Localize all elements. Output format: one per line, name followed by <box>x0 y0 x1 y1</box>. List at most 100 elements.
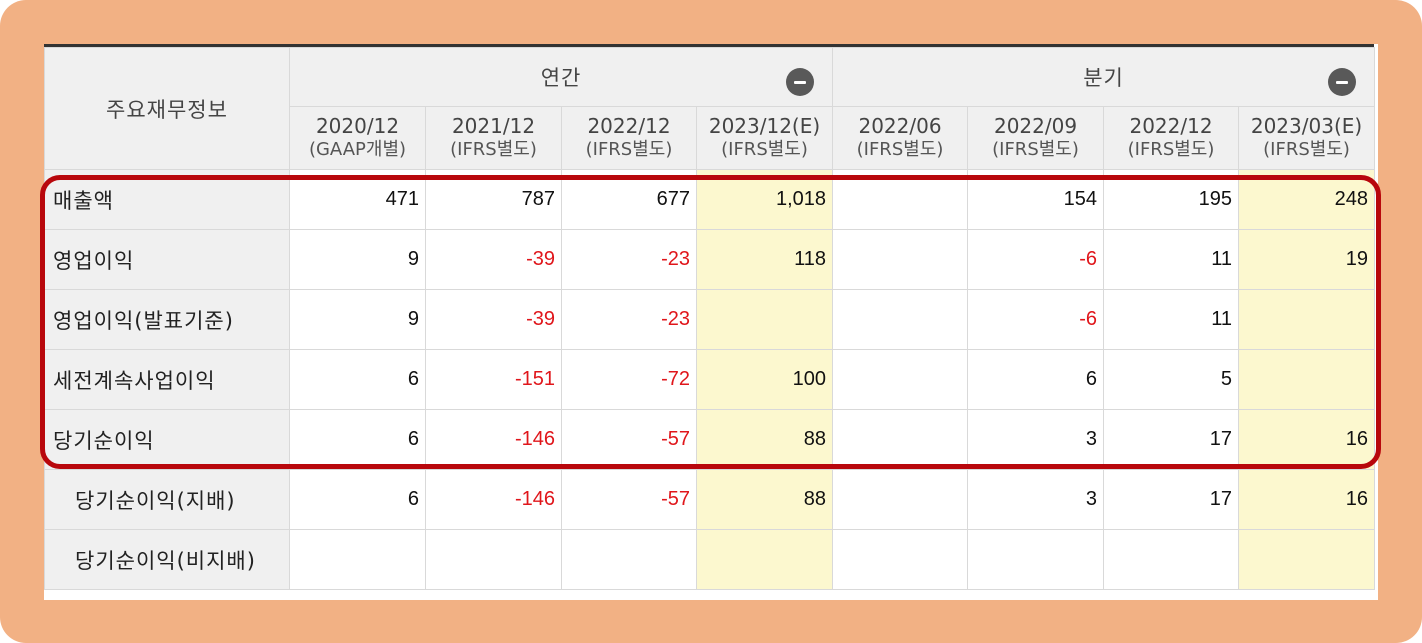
value-cell: 6 <box>289 409 426 470</box>
table-row: 영업이익(발표기준) 9 -39 -23 -6 11 <box>44 289 1376 350</box>
value-cell: -23 <box>561 289 697 350</box>
period-header: 2022/06 (IFRS별도) <box>832 106 969 170</box>
value-cell: 248 <box>1238 169 1376 230</box>
value-cell <box>832 529 969 590</box>
period-basis: (GAAP개별) <box>308 139 407 160</box>
table-row: 영업이익 9 -39 -23 118 -6 11 19 <box>44 229 1376 290</box>
row-label[interactable]: 당기순이익 <box>44 409 290 470</box>
minus-circle-icon[interactable] <box>1328 68 1357 96</box>
period-basis: (IFRS별도) <box>721 139 808 160</box>
value-cell <box>832 469 969 530</box>
period-header: 2023/03(E) (IFRS별도) <box>1238 106 1376 170</box>
value-cell: -146 <box>425 409 562 470</box>
group-label-annual: 연간 <box>540 66 582 90</box>
value-cell: 100 <box>695 349 834 410</box>
value-cell: 3 <box>967 409 1105 470</box>
table-row: 매출액 471 787 677 1,018 154 195 248 <box>44 169 1376 230</box>
value-cell: 19 <box>1238 229 1376 290</box>
period-date: 2021/12 <box>451 114 536 138</box>
period-date: 2022/09 <box>993 114 1078 138</box>
value-cell: 16 <box>1238 469 1376 530</box>
value-cell <box>425 529 562 590</box>
group-label-quarterly: 분기 <box>1083 66 1124 90</box>
value-cell <box>1238 289 1376 350</box>
row-label[interactable]: 영업이익(발표기준) <box>44 289 290 350</box>
value-cell: 154 <box>967 169 1105 230</box>
group-header-quarterly: 분기 <box>832 47 1376 107</box>
value-cell: 88 <box>695 469 834 530</box>
row-label[interactable]: 매출액 <box>44 169 290 230</box>
period-header: 2022/12 (IFRS별도) <box>1103 106 1240 170</box>
value-cell: 118 <box>695 229 834 290</box>
value-cell: 11 <box>1103 229 1240 290</box>
period-date: 2023/12(E) <box>708 114 821 138</box>
financial-summary-panel: 주요재무정보 연간 분기 2020/12 (GAAP개별) 2021/12 (IFRS… <box>44 44 1378 600</box>
value-cell: -151 <box>425 349 562 410</box>
table-row: 당기순이익(비지배) <box>44 529 1376 590</box>
period-basis: (IFRS별도) <box>992 139 1079 160</box>
value-cell: 16 <box>1238 409 1376 470</box>
value-cell: -6 <box>967 289 1105 350</box>
financial-table: 주요재무정보 연간 분기 2020/12 (GAAP개별) 2021/12 (IFRS… <box>44 47 1376 590</box>
minus-circle-icon[interactable] <box>786 68 815 96</box>
value-cell: 195 <box>1103 169 1240 230</box>
row-label[interactable]: 당기순이익(비지배) <box>44 529 290 590</box>
value-cell: 1,018 <box>695 169 834 230</box>
period-header: 2022/12 (IFRS별도) <box>561 106 697 170</box>
value-cell <box>832 349 969 410</box>
period-header: 2022/09 (IFRS별도) <box>967 106 1105 170</box>
value-cell: -57 <box>561 409 697 470</box>
value-cell: 6 <box>289 349 426 410</box>
value-cell: 9 <box>289 289 426 350</box>
screenshot-frame: 주요재무정보 연간 분기 2020/12 (GAAP개별) 2021/12 (IFRS… <box>0 0 1422 643</box>
value-cell <box>832 229 969 290</box>
period-date: 2022/12 <box>1129 114 1213 138</box>
period-date: 2020/12 <box>315 114 400 138</box>
value-cell <box>1103 529 1240 590</box>
value-cell: -57 <box>561 469 697 530</box>
value-cell: 17 <box>1103 469 1240 530</box>
value-cell: 88 <box>695 409 834 470</box>
value-cell: 17 <box>1103 409 1240 470</box>
value-cell <box>695 289 834 350</box>
value-cell: 6 <box>289 469 426 530</box>
row-label[interactable]: 세전계속사업이익 <box>44 349 290 410</box>
group-header-annual: 연간 <box>288 47 834 107</box>
value-cell: 11 <box>1103 289 1240 350</box>
value-cell: -39 <box>425 289 562 350</box>
table-row: 당기순이익 6 -146 -57 88 3 17 16 <box>44 409 1376 470</box>
period-header: 2020/12 (GAAP개별) <box>289 106 426 170</box>
row-label[interactable]: 영업이익 <box>44 229 290 290</box>
value-cell: 3 <box>967 469 1105 530</box>
table-row: 당기순이익(지배) 6 -146 -57 88 3 17 16 <box>44 469 1376 530</box>
value-cell: -23 <box>561 229 697 290</box>
period-date: 2022/12 <box>587 114 671 138</box>
value-cell <box>832 289 969 350</box>
value-cell <box>832 409 969 470</box>
period-header: 2021/12 (IFRS별도) <box>425 106 562 170</box>
value-cell: 787 <box>425 169 562 230</box>
value-cell <box>561 529 697 590</box>
value-cell <box>832 169 969 230</box>
value-cell <box>1238 529 1376 590</box>
period-date: 2023/03(E) <box>1250 114 1363 138</box>
value-cell: -6 <box>967 229 1105 290</box>
period-basis: (IFRS별도) <box>1127 139 1215 160</box>
value-cell: -146 <box>425 469 562 530</box>
period-header: 2023/12(E) (IFRS별도) <box>695 106 834 170</box>
value-cell: 6 <box>967 349 1105 410</box>
value-cell: 5 <box>1103 349 1240 410</box>
value-cell <box>289 529 426 590</box>
value-cell: -72 <box>561 349 697 410</box>
value-cell: 677 <box>561 169 697 230</box>
period-basis: (IFRS별도) <box>450 139 537 160</box>
value-cell: 9 <box>289 229 426 290</box>
value-cell <box>967 529 1105 590</box>
row-label[interactable]: 당기순이익(지배) <box>44 469 290 530</box>
value-cell <box>1238 349 1376 410</box>
table-row: 세전계속사업이익 6 -151 -72 100 6 5 <box>44 349 1376 410</box>
period-date: 2022/06 <box>858 114 942 138</box>
value-cell <box>695 529 834 590</box>
period-basis: (IFRS별도) <box>856 139 944 160</box>
corner-header: 주요재무정보 <box>44 47 290 170</box>
